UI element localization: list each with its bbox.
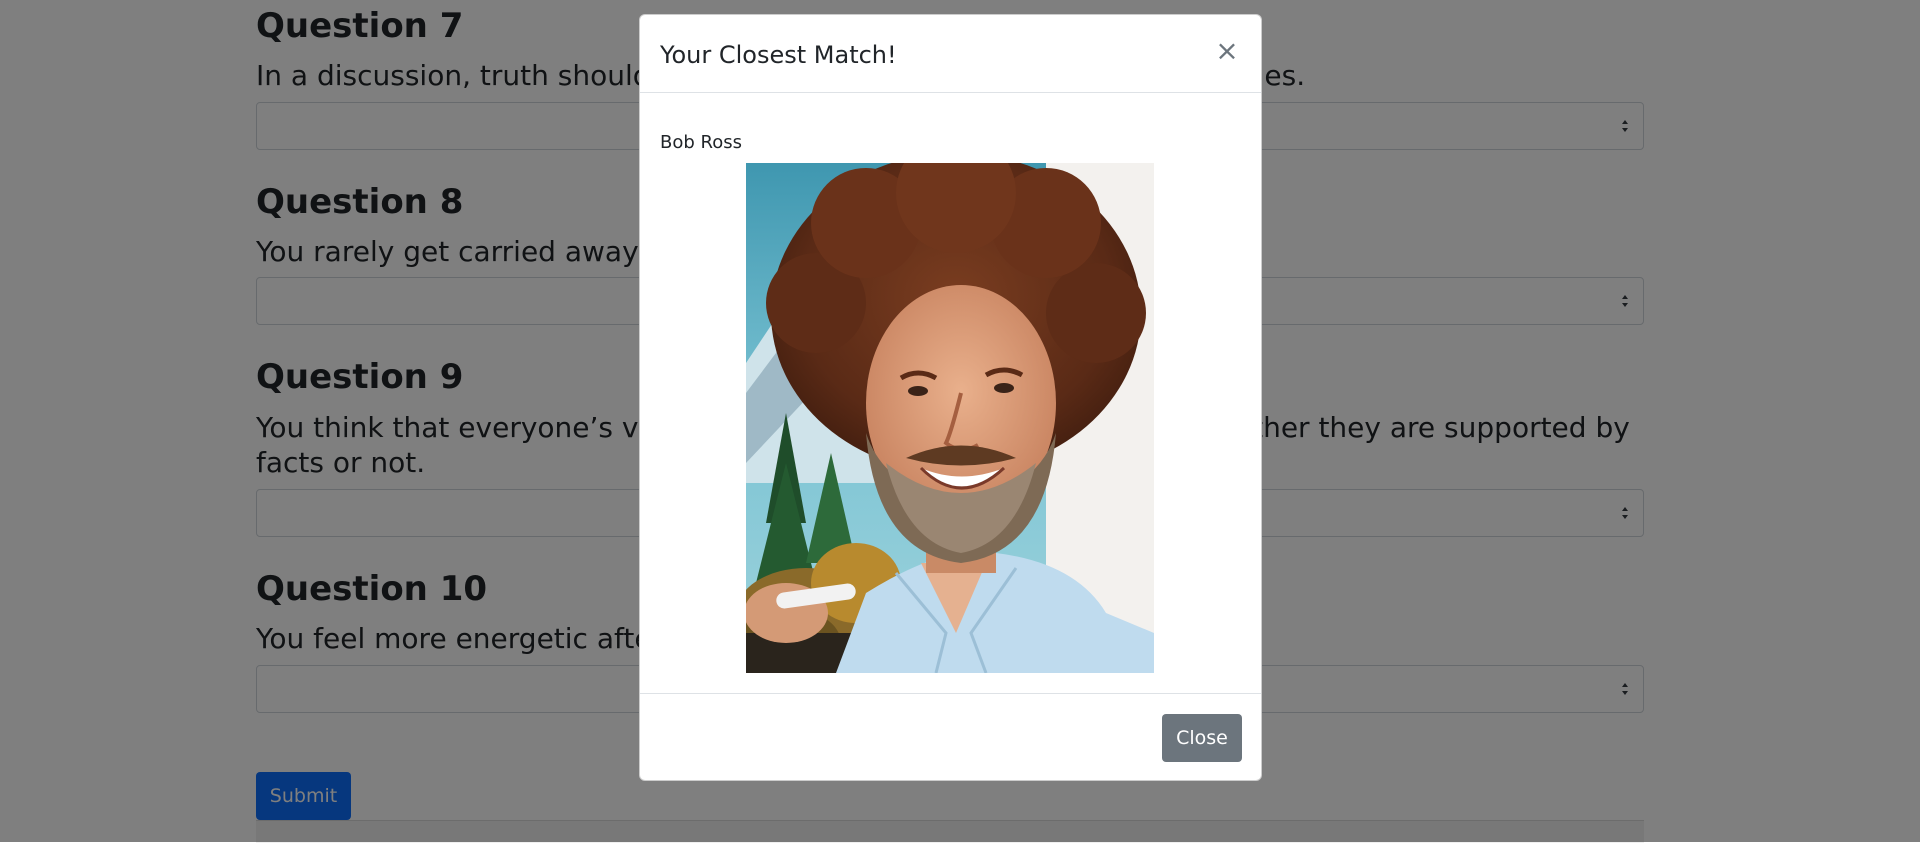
- match-portrait-image: [746, 163, 1154, 673]
- modal-footer-divider: [640, 693, 1261, 694]
- close-button[interactable]: Close: [1162, 714, 1242, 762]
- modal-title: Your Closest Match!: [660, 41, 897, 69]
- match-name: Bob Ross: [660, 132, 742, 153]
- modal-header: Your Closest Match! ×: [640, 15, 1261, 93]
- closest-match-modal: Your Closest Match! × Bob Ross Close: [639, 14, 1262, 781]
- close-icon[interactable]: ×: [1213, 37, 1241, 65]
